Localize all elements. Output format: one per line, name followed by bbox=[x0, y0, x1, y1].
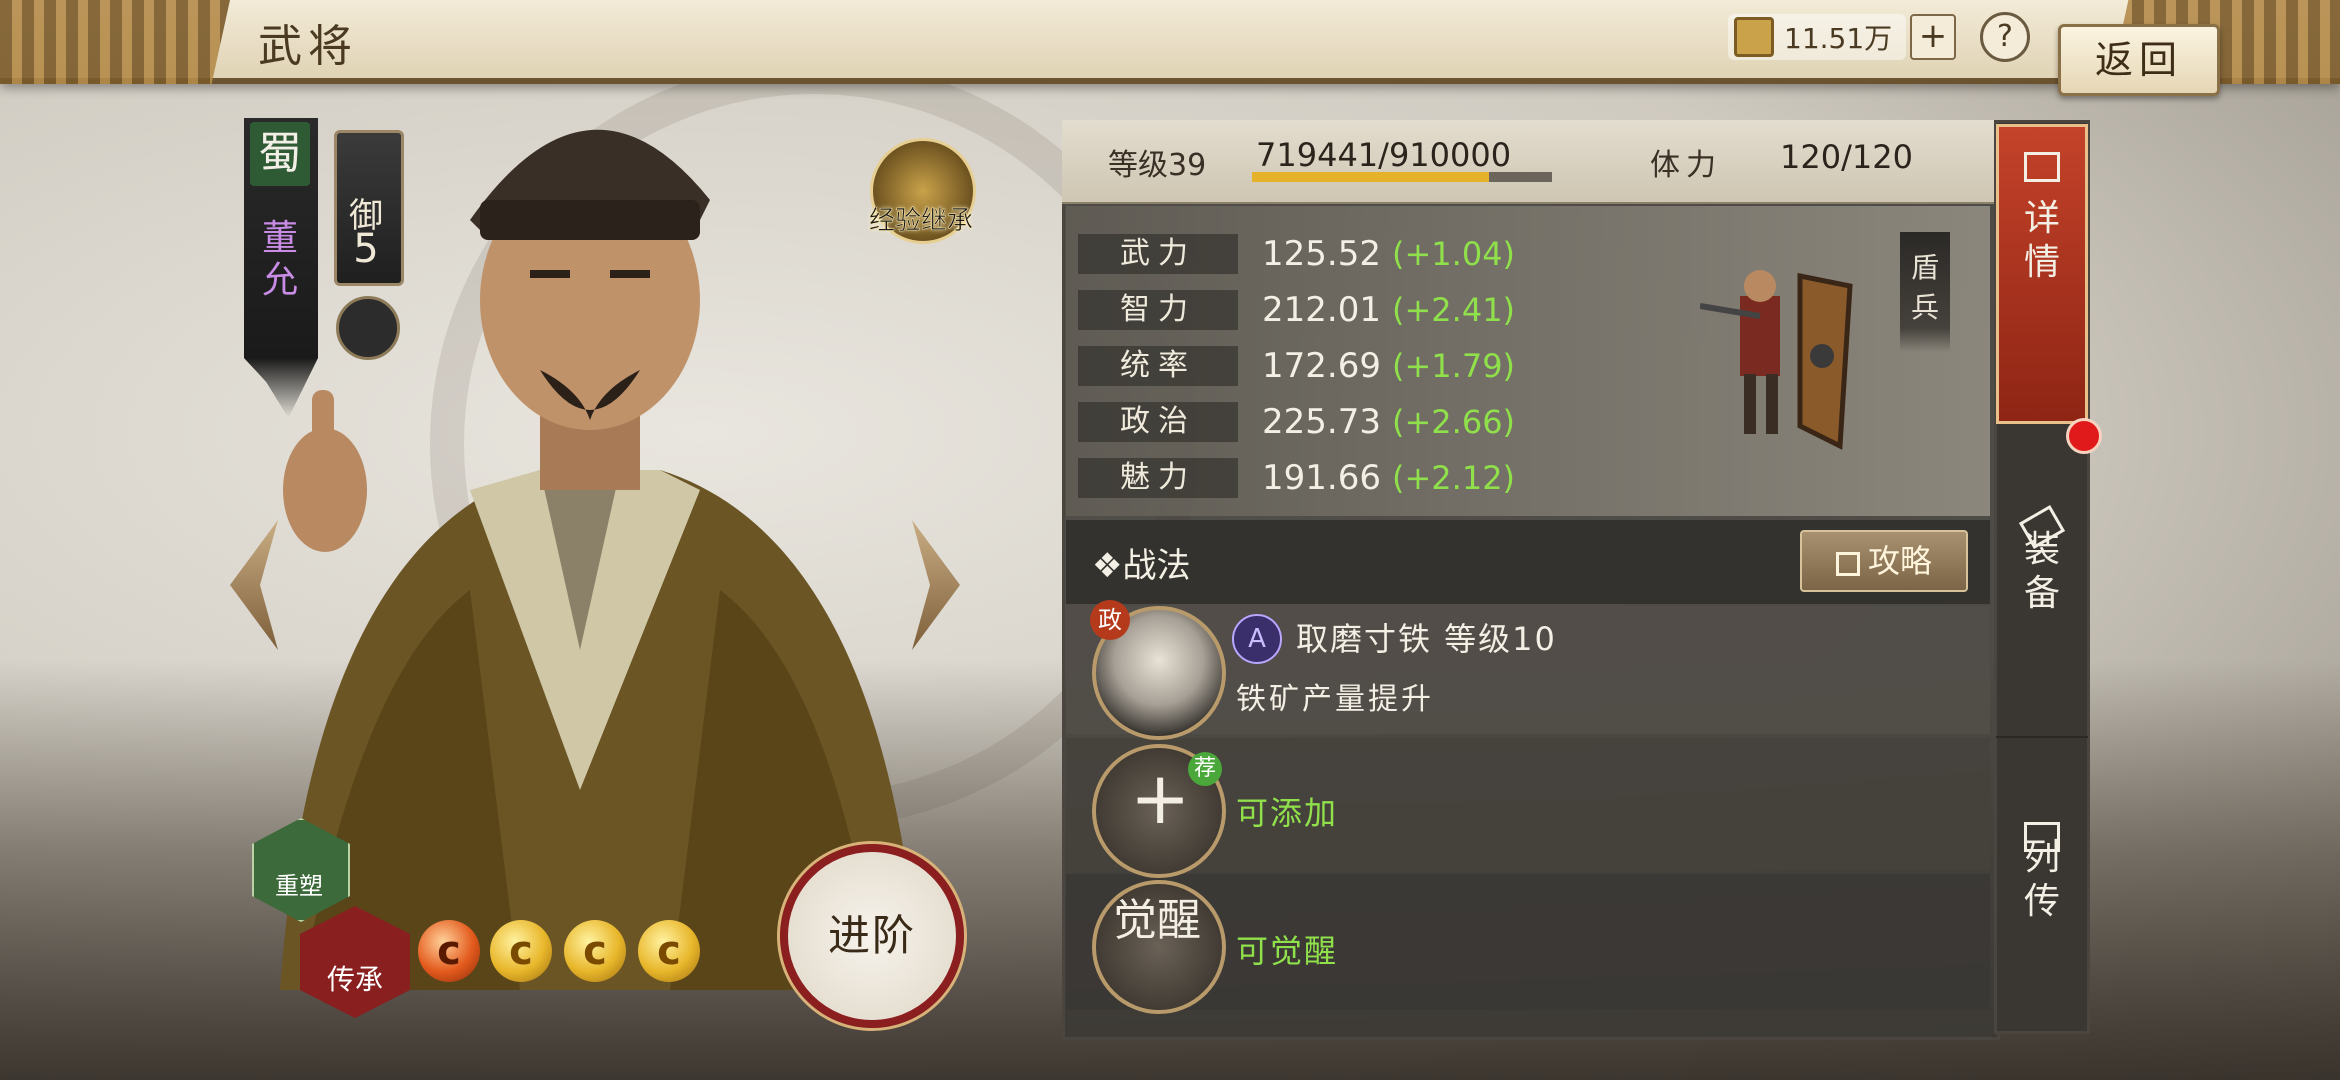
stat-name: 魅力 bbox=[1078, 458, 1238, 498]
gold-icon bbox=[1734, 17, 1774, 57]
guide-icon bbox=[1835, 552, 1860, 576]
top-left-ornament bbox=[0, 0, 230, 84]
guide-button[interactable]: 攻略 bbox=[1800, 530, 1968, 592]
stat-row: 魅力 191.66 (+2.12) bbox=[1078, 456, 1515, 500]
stat-bonus: (+1.79) bbox=[1392, 347, 1516, 385]
exp-text: 719441/910000 bbox=[1256, 136, 1512, 174]
star-icon: c bbox=[418, 920, 480, 982]
tab-equipment[interactable]: 装备 bbox=[1996, 428, 2088, 738]
skills-title: ❖战法 bbox=[1092, 546, 1191, 586]
rebuild-label[interactable]: 重塑 bbox=[252, 866, 346, 901]
stat-row: 智力 212.01 (+2.41) bbox=[1078, 288, 1515, 332]
page-title: 武将 bbox=[258, 21, 358, 72]
tab-biography[interactable]: 列传 bbox=[1996, 740, 2088, 1030]
details-icon bbox=[2024, 152, 2060, 182]
exp-bar bbox=[1252, 172, 1552, 182]
stat-name: 统率 bbox=[1078, 346, 1238, 386]
awaken-glyph: 觉醒 bbox=[1113, 895, 1201, 946]
stat-value: 212.01 bbox=[1262, 290, 1381, 330]
add-skill-label: 可添加 bbox=[1236, 794, 1339, 832]
level-label: 等级39 bbox=[1108, 148, 1207, 183]
stat-bonus: (+1.04) bbox=[1392, 235, 1516, 273]
stamina-label: 体力 bbox=[1650, 148, 1722, 183]
recommend-badge: 荐 bbox=[1188, 752, 1222, 786]
troop-type-text: 盾兵 bbox=[1910, 251, 1939, 324]
add-currency-button[interactable]: + bbox=[1910, 14, 1956, 60]
tab-details-label: 详情 bbox=[2023, 198, 2060, 283]
stat-row: 统率 172.69 (+1.79) bbox=[1078, 344, 1515, 388]
stat-value: 225.73 bbox=[1262, 402, 1381, 442]
notification-dot bbox=[2066, 418, 2102, 454]
back-button[interactable]: 返回 bbox=[2058, 24, 2220, 96]
stat-row: 政治 225.73 (+2.66) bbox=[1078, 400, 1515, 444]
shield-soldier-icon bbox=[1700, 270, 1853, 450]
plus-icon: + bbox=[1130, 756, 1191, 840]
cost-value: 5 bbox=[353, 226, 379, 272]
exp-inherit-label[interactable]: 经验继承 bbox=[846, 200, 996, 237]
stat-bonus: (+2.41) bbox=[1392, 291, 1516, 329]
card-icon[interactable] bbox=[336, 296, 400, 360]
biography-icon bbox=[2024, 822, 2060, 852]
skill-description: 铁矿产量提升 bbox=[1236, 682, 1434, 717]
stat-name: 智力 bbox=[1078, 290, 1238, 330]
legacy-label[interactable]: 传承 bbox=[300, 958, 410, 998]
stamina-value: 120/120 bbox=[1780, 138, 1913, 176]
currency-value: 11.51万 bbox=[1784, 22, 1893, 55]
advance-button[interactable]: 进阶 bbox=[780, 844, 964, 1028]
stat-row: 武力 125.52 (+1.04) bbox=[1078, 232, 1515, 276]
currency-display: 11.51万 bbox=[1728, 14, 1907, 60]
star-icon: c bbox=[638, 920, 700, 982]
stat-name: 武力 bbox=[1078, 234, 1238, 274]
troop-type-label: 盾兵 bbox=[1900, 232, 1950, 352]
stat-bonus: (+2.12) bbox=[1392, 459, 1516, 497]
stat-name: 政治 bbox=[1078, 402, 1238, 442]
awaken-label: 可觉醒 bbox=[1236, 932, 1339, 970]
hero-name: 董允 bbox=[261, 218, 298, 301]
exp-bar-fill bbox=[1252, 172, 1489, 182]
skill-name: 取磨寸铁 等级10 bbox=[1296, 620, 1557, 658]
star-icon: c bbox=[490, 920, 552, 982]
stat-value: 172.69 bbox=[1262, 346, 1381, 386]
star-icon: c bbox=[564, 920, 626, 982]
stat-value: 191.66 bbox=[1262, 458, 1381, 498]
faction-label: 蜀 bbox=[250, 122, 310, 186]
stat-bonus: (+2.66) bbox=[1392, 403, 1516, 441]
skill-type-badge: 政 bbox=[1090, 600, 1130, 640]
skill-grade-badge: A bbox=[1232, 614, 1282, 664]
help-button[interactable]: ? bbox=[1980, 12, 2030, 62]
guide-label: 攻略 bbox=[1867, 542, 1932, 580]
stat-value: 125.52 bbox=[1262, 234, 1381, 274]
